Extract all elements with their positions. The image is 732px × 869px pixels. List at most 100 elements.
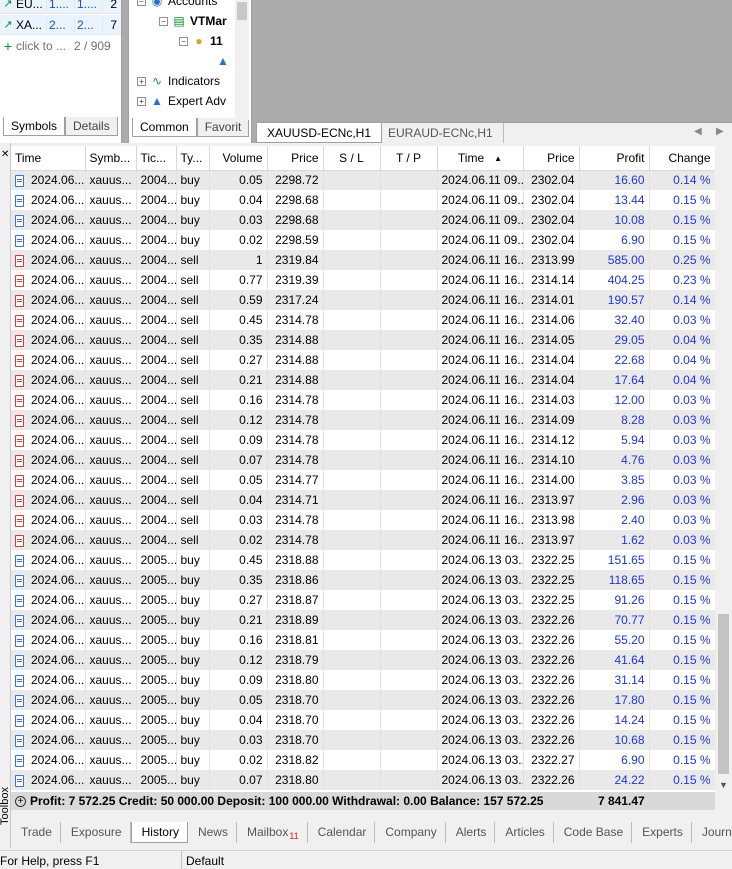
collapse-icon[interactable]: − — [159, 16, 168, 26]
tab-trade[interactable]: Trade — [11, 822, 61, 843]
tab-mailbox[interactable]: Mailbox11 — [237, 822, 308, 843]
cell-profit: 2.40 — [579, 510, 650, 530]
nav-accounts[interactable]: − ◉ Accounts — [137, 0, 217, 8]
table-row[interactable]: 2024.06... xauus... 2004... sell 0.27 2314.88… — [11, 350, 715, 370]
market-watch-row[interactable]: ↗ XA... 2... 2... 7 — [0, 15, 121, 35]
tab-experts[interactable]: Experts — [632, 822, 692, 843]
tab-journ[interactable]: Journ — [692, 822, 732, 843]
cell-volume: 0.03 — [209, 210, 268, 230]
tab-symbols[interactable]: Symbols — [3, 117, 66, 136]
tab-articles[interactable]: Articles — [495, 822, 554, 843]
cell-close-price: 2322.26 — [523, 710, 580, 730]
chart-tab-euraud[interactable]: EURAUD-ECNc,H1 — [378, 123, 504, 143]
tab-company[interactable]: Company — [375, 822, 446, 843]
table-row[interactable]: 2024.06... xauus... 2005... buy 0.12 2318.79 2… — [11, 650, 715, 670]
collapse-icon[interactable]: − — [179, 36, 188, 46]
table-row[interactable]: 2024.06... xauus... 2004... buy 0.04 2298.68 2… — [11, 190, 715, 210]
expand-icon[interactable]: + — [137, 96, 146, 106]
cell-time: 2024.06... — [11, 590, 86, 610]
table-row[interactable]: 2024.06... xauus... 2005... buy 0.02 2318.82 2… — [11, 750, 715, 770]
indicators-icon: ∿ — [151, 74, 163, 88]
expand-icon[interactable]: + — [15, 795, 26, 807]
table-row[interactable]: 2024.06... xauus... 2004... sell 0.45 2314.78… — [11, 310, 715, 330]
chevron-left-icon[interactable]: ◀ — [694, 126, 702, 137]
cell-volume: 0.09 — [209, 670, 268, 690]
tab-history[interactable]: History — [130, 822, 188, 843]
table-row[interactable]: 2024.06... xauus... 2004... sell 0.02 2314.78… — [11, 530, 715, 550]
cell-profit: 118.65 — [579, 570, 650, 590]
scrollbar-thumb[interactable] — [718, 614, 729, 774]
table-row[interactable]: 2024.06... xauus... 2004... buy 0.03 2298.68 2… — [11, 210, 715, 230]
history-scrollbar[interactable]: ▼ — [715, 146, 732, 792]
col-close-price[interactable]: Price — [523, 146, 580, 171]
table-row[interactable]: 2024.06... xauus... 2005... buy 0.21 2318.89 2… — [11, 610, 715, 630]
table-row[interactable]: 2024.06... xauus... 2004... sell 0.21 2314.88… — [11, 370, 715, 390]
table-row[interactable]: 2024.06... xauus... 2005... buy 0.45 2318.88 2… — [11, 550, 715, 570]
table-row[interactable]: 2024.06... xauus... 2004... sell 0.16 2314.78… — [11, 390, 715, 410]
table-row[interactable]: 2024.06... xauus... 2004... sell 0.04 2314.71… — [11, 490, 715, 510]
expand-icon[interactable]: + — [137, 76, 146, 86]
close-icon[interactable]: ✕ — [1, 149, 9, 160]
tab-calendar[interactable]: Calendar — [308, 822, 376, 843]
cell-time: 2024.06... — [11, 330, 86, 350]
add-symbol-row[interactable]: + click to ... 2 / 909 — [0, 36, 121, 56]
nav-account-child[interactable]: ▲ — [215, 54, 231, 68]
table-row[interactable]: 2024.06... xauus... 2005... buy 0.35 2318.86 2… — [11, 570, 715, 590]
table-row[interactable]: 2024.06... xauus... 2005... buy 0.05 2318.70 2… — [11, 690, 715, 710]
col-profit[interactable]: Profit — [579, 146, 650, 171]
nav-expert-advisors[interactable]: + ▲ Expert Adv — [137, 94, 226, 108]
tab-common[interactable]: Common — [132, 118, 197, 137]
cell-time: 2024.06... — [11, 530, 86, 550]
table-row[interactable]: 2024.06... xauus... 2004... sell 0.59 2317.24… — [11, 290, 715, 310]
scroll-down-icon[interactable]: ▼ — [719, 780, 728, 790]
tab-exposure[interactable]: Exposure — [61, 822, 131, 843]
table-row[interactable]: 2024.06... xauus... 2004... sell 0.09 2314.78… — [11, 430, 715, 450]
table-row[interactable]: 2024.06... xauus... 2004... sell 0.07 2314.78… — [11, 450, 715, 470]
cell-symbol: xauus... — [85, 490, 137, 510]
table-row[interactable]: 2024.06... xauus... 2004... sell 0.12 2314.78… — [11, 410, 715, 430]
scrollbar-thumb[interactable] — [237, 2, 247, 20]
col-volume[interactable]: Volume — [209, 146, 268, 171]
collapse-icon[interactable]: − — [137, 0, 146, 6]
col-type[interactable]: Ty... — [176, 146, 210, 171]
chevron-right-icon[interactable]: ▶ — [716, 126, 724, 137]
table-row[interactable]: 2024.06... xauus... 2004... sell 0.03 2314.78… — [11, 510, 715, 530]
table-row[interactable]: 2024.06... xauus... 2005... buy 0.03 2318.70 2… — [11, 730, 715, 750]
tab-favorites[interactable]: Favorit — [196, 118, 250, 137]
tab-details[interactable]: Details — [65, 117, 118, 136]
cell-volume: 0.16 — [209, 390, 268, 410]
table-row[interactable]: 2024.06... xauus... 2004... sell 1 2319.84 202… — [11, 250, 715, 270]
col-time[interactable]: Time — [11, 146, 86, 171]
table-row[interactable]: 2024.06... xauus... 2005... buy 0.27 2318.87 2… — [11, 590, 715, 610]
cell-close-time: 2024.06.13 03... — [437, 630, 524, 650]
nav-server[interactable]: − ▤ VTMar — [159, 14, 227, 28]
col-ticket[interactable]: Tic... — [136, 146, 177, 171]
table-row[interactable]: 2024.06... xauus... 2005... buy 0.16 2318.81 2… — [11, 630, 715, 650]
cell-volume: 0.04 — [209, 490, 268, 510]
table-row[interactable]: 2024.06... xauus... 2004... buy 0.02 2298.59 2… — [11, 230, 715, 250]
navigator-scrollbar[interactable] — [235, 0, 249, 120]
table-row[interactable]: 2024.06... xauus... 2005... buy 0.04 2318.70 2… — [11, 710, 715, 730]
chart-tab-xauusd[interactable]: XAUUSD-ECNc,H1 — [256, 123, 383, 143]
cell-price: 2314.88 — [267, 370, 324, 390]
nav-account[interactable]: − ● 11 — [179, 34, 223, 48]
table-row[interactable]: 2024.06... xauus... 2005... buy 0.07 2318.80 2… — [11, 770, 715, 790]
tab-alerts[interactable]: Alerts — [446, 822, 496, 843]
col-symbol[interactable]: Symb... — [85, 146, 137, 171]
col-price[interactable]: Price — [267, 146, 324, 171]
tab-code-base[interactable]: Code Base — [554, 822, 633, 843]
table-row[interactable]: 2024.06... xauus... 2005... buy 0.09 2318.80 2… — [11, 670, 715, 690]
table-row[interactable]: 2024.06... xauus... 2004... sell 0.77 2319.39… — [11, 270, 715, 290]
table-row[interactable]: 2024.06... xauus... 2004... sell 0.05 2314.77… — [11, 470, 715, 490]
tab-news[interactable]: News — [188, 822, 237, 843]
col-change[interactable]: Change — [649, 146, 715, 171]
cell-stop-loss — [323, 610, 381, 630]
table-row[interactable]: 2024.06... xauus... 2004... sell 0.35 2314.88… — [11, 330, 715, 350]
col-take-profit[interactable]: T / P — [380, 146, 438, 171]
col-close-time[interactable]: Time ▲ — [437, 146, 524, 171]
table-row[interactable]: 2024.06... xauus... 2004... buy 0.05 2298.72 2… — [11, 170, 715, 190]
nav-indicators[interactable]: + ∿ Indicators — [137, 74, 220, 88]
col-stop-loss[interactable]: S / L — [323, 146, 381, 171]
market-watch-row[interactable]: ↗ EU... 1.... 1.... 2 — [0, 0, 121, 14]
cell-type: sell — [176, 430, 210, 450]
